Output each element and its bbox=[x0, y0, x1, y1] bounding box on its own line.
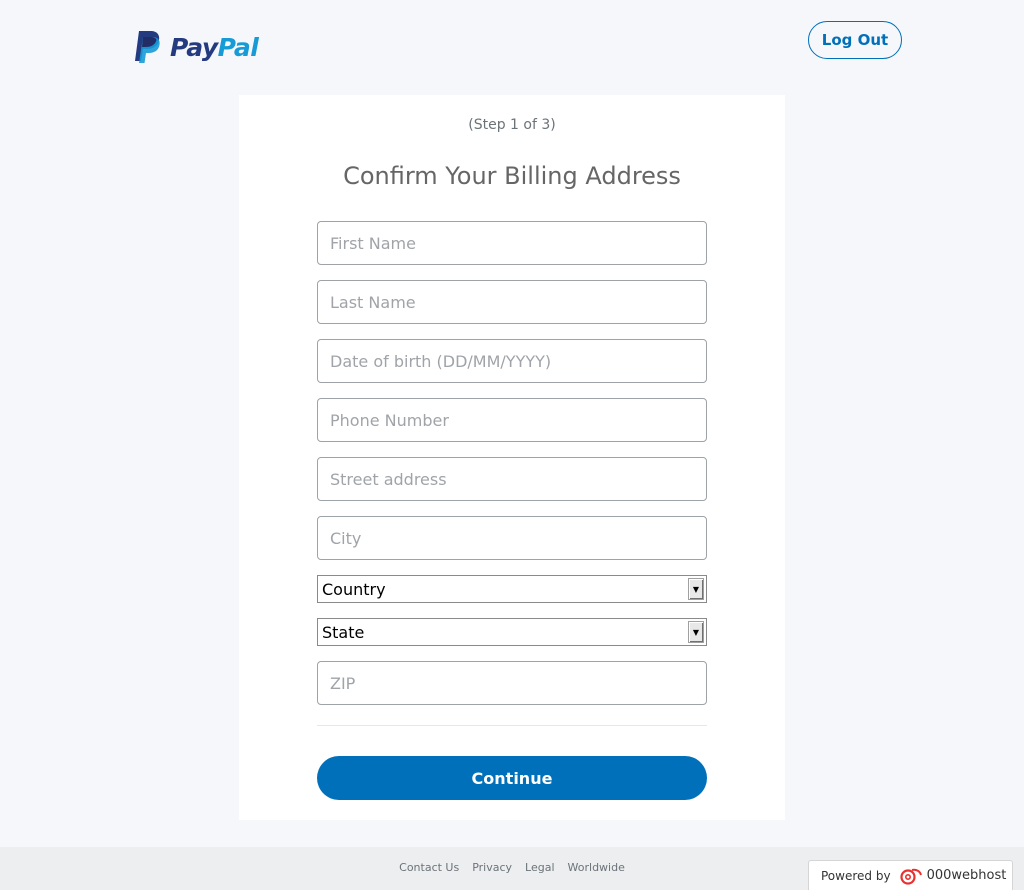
footer-link-privacy[interactable]: Privacy bbox=[472, 861, 512, 874]
paypal-logo[interactable]: PayPal bbox=[131, 29, 259, 65]
footer-link-contact-us[interactable]: Contact Us bbox=[399, 861, 459, 874]
last-name-field[interactable] bbox=[317, 280, 707, 324]
first-name-field[interactable] bbox=[317, 221, 707, 265]
paypal-wordmark: PayPal bbox=[170, 32, 259, 62]
country-select-value: Country bbox=[322, 579, 386, 599]
phone-number-field[interactable] bbox=[317, 398, 707, 442]
webhost-brand: 000webhost bbox=[926, 868, 1007, 883]
page-header: PayPal Log Out bbox=[0, 0, 1024, 95]
dropdown-arrow-icon[interactable]: ▼ bbox=[688, 621, 704, 643]
continue-button[interactable]: Continue bbox=[317, 756, 707, 800]
country-select[interactable]: Country ▼ bbox=[317, 575, 707, 603]
footer-link-legal[interactable]: Legal bbox=[525, 861, 554, 874]
powered-by-label: Powered by bbox=[821, 868, 891, 883]
zip-field[interactable] bbox=[317, 661, 707, 705]
powered-by-badge[interactable]: Powered by 000webhost bbox=[808, 860, 1013, 890]
city-field[interactable] bbox=[317, 516, 707, 560]
form-divider bbox=[317, 725, 707, 726]
logo-pay-text: Pay bbox=[170, 32, 218, 62]
logo-pal-text: Pal bbox=[217, 32, 259, 62]
state-select-value: State bbox=[322, 622, 365, 642]
dropdown-arrow-icon[interactable]: ▼ bbox=[688, 578, 704, 600]
street-address-field[interactable] bbox=[317, 457, 707, 501]
footer-link-worldwide[interactable]: Worldwide bbox=[568, 861, 625, 874]
paypal-p-icon bbox=[135, 31, 160, 63]
step-indicator: (Step 1 of 3) bbox=[468, 117, 556, 133]
date-of-birth-field[interactable] bbox=[317, 339, 707, 383]
logout-button[interactable]: Log Out bbox=[808, 21, 902, 59]
page-title: Confirm Your Billing Address bbox=[343, 162, 681, 190]
state-select[interactable]: State ▼ bbox=[317, 618, 707, 646]
webhost-logo-icon bbox=[899, 868, 922, 885]
